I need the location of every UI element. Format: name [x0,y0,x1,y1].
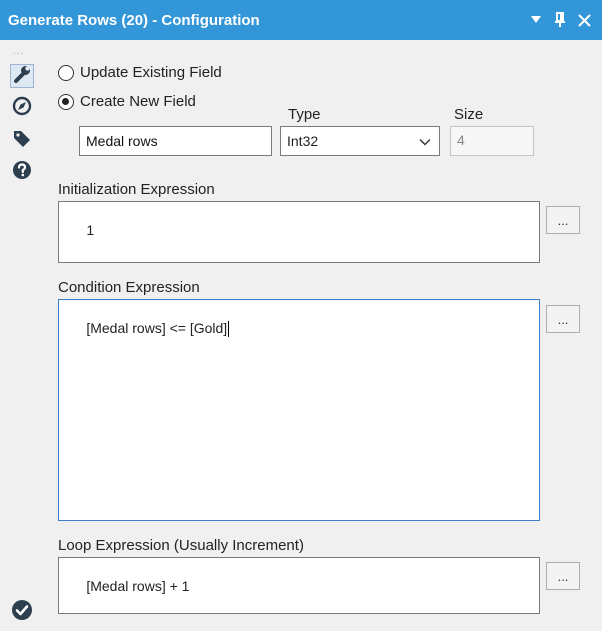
update-existing-field-option[interactable]: Update Existing Field [58,64,222,81]
condition-expression-builder-button[interactable]: ... [546,305,580,333]
update-existing-radio[interactable] [58,64,74,81]
create-new-field-option[interactable]: Create New Field [58,93,196,110]
size-value: 4 [457,132,465,148]
sidebar: ... [0,40,44,631]
type-select[interactable]: Int32 [280,126,440,156]
tag-icon [12,128,32,153]
close-icon[interactable] [576,12,592,28]
condition-expression-label: Condition Expression [58,279,200,296]
loop-expression-input[interactable]: [Medal rows] + 1 [58,557,540,614]
condition-expression-value: [Medal rows] <= [Gold] [86,320,228,336]
initialization-expression-label: Initialization Expression [58,181,215,198]
configuration-window: Generate Rows (20) - Configuration ... U… [0,0,602,631]
update-existing-label: Update Existing Field [80,64,222,81]
chevron-down-icon [419,135,431,151]
window-controls [528,0,592,40]
window-title: Generate Rows (20) - Configuration [8,11,260,29]
loop-expression-label: Loop Expression (Usually Increment) [58,537,304,554]
dropdown-arrow-icon[interactable] [528,12,544,28]
sidebar-item-help[interactable] [10,160,34,184]
check-circle-icon [11,599,33,626]
status-indicator [10,599,34,626]
field-name-input[interactable] [79,126,272,156]
size-input: 4 [450,126,534,156]
title-bar: Generate Rows (20) - Configuration [0,0,602,40]
condition-expression-input[interactable]: [Medal rows] <= [Gold] [58,299,540,521]
wrench-icon [12,64,32,89]
pin-icon[interactable] [552,12,568,28]
size-label: Size [454,106,484,123]
sidebar-grip: ... [13,46,25,57]
loop-expression-builder-button[interactable]: ... [546,562,580,590]
initialization-expression-input[interactable]: 1 [58,201,540,263]
sidebar-item-annotation[interactable] [10,96,34,120]
create-new-radio[interactable] [58,93,74,110]
type-select-value: Int32 [287,133,319,149]
sidebar-item-tags[interactable] [10,128,34,152]
type-label: Type [288,106,321,123]
help-icon [12,160,32,185]
loop-expression-value: [Medal rows] + 1 [86,578,190,594]
sidebar-item-configuration[interactable] [10,64,34,88]
create-new-label: Create New Field [80,93,196,110]
configuration-panel: Update Existing Field Create New Field T… [44,40,602,631]
initialization-expression-value: 1 [86,222,95,238]
initialization-expression-builder-button[interactable]: ... [546,206,580,234]
compass-icon [12,96,32,121]
text-cursor [228,321,230,338]
